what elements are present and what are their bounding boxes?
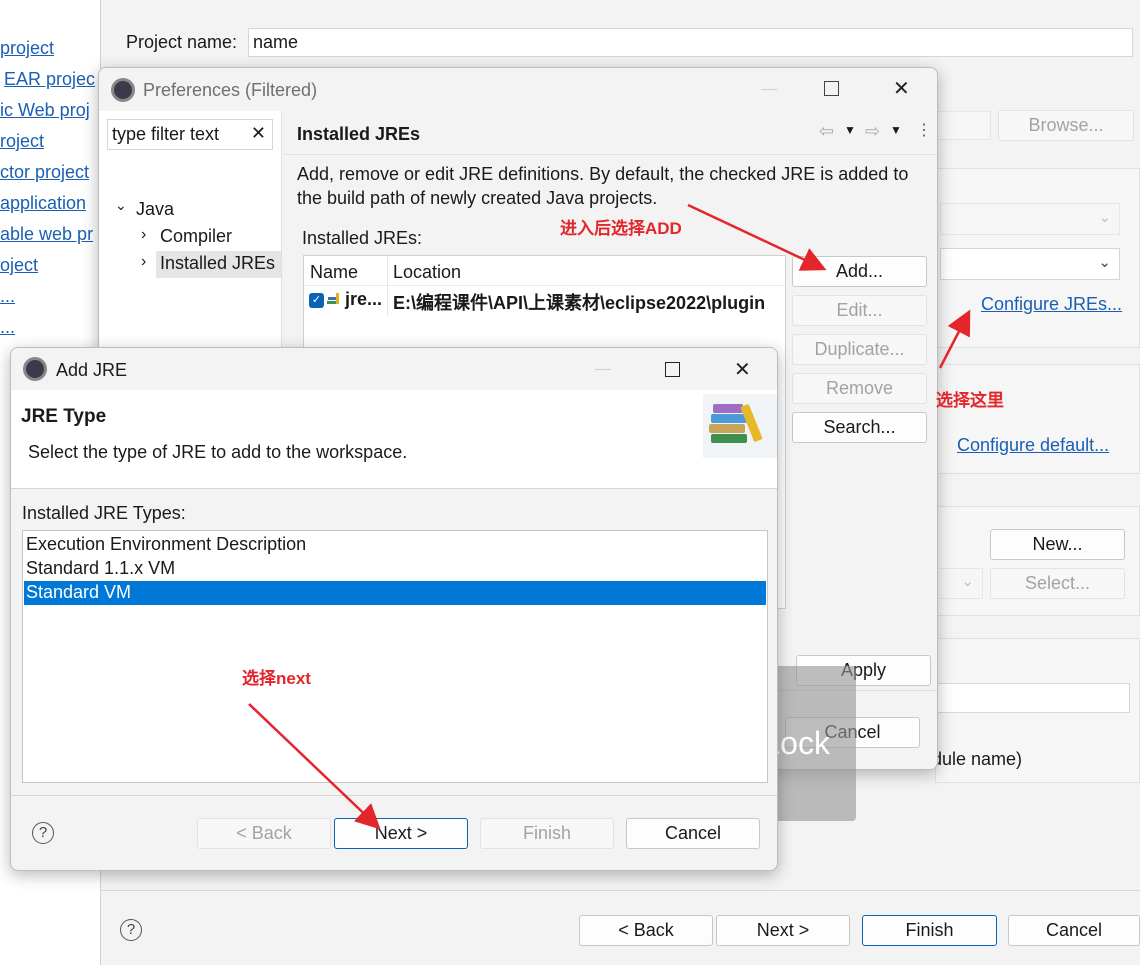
close-icon[interactable]: ✕ — [893, 76, 910, 101]
wizard-finish-button[interactable]: Finish — [862, 915, 997, 946]
add-jre-next-button[interactable]: Next > — [334, 818, 468, 849]
jre-types-list[interactable]: Execution Environment Description Standa… — [22, 530, 768, 783]
minimize-icon[interactable] — [595, 369, 611, 370]
filter-placeholder: type filter text — [112, 124, 220, 144]
list-item-selected-label: Standard VM — [26, 582, 132, 602]
minimize-icon[interactable] — [761, 89, 777, 90]
jre-type-description: Select the type of JRE to add to the wor… — [28, 442, 408, 462]
list-item[interactable]: Execution Environment Description — [26, 534, 306, 555]
annotation-add-hint: 进入后选择ADD — [560, 219, 682, 238]
jre-name-cell: jre... — [345, 289, 383, 309]
annotation-next-hint: 选择next — [242, 669, 311, 688]
forward-dropdown-icon[interactable]: ▼ — [890, 123, 902, 137]
configure-default-link[interactable]: Configure default... — [957, 435, 1109, 456]
wizard-next-button[interactable]: Next > — [716, 915, 850, 946]
project-name-input[interactable]: name — [248, 28, 1133, 57]
table-header: Name Location — [304, 256, 785, 316]
wizard-separator — [100, 890, 1140, 891]
jre-location-cell: E:\编程课件\API\上课素材\eclipse2022\plugin — [393, 293, 766, 313]
tree-item-java[interactable]: Java — [136, 199, 174, 220]
execution-env-combo[interactable]: ⌄ — [940, 203, 1120, 235]
back-dropdown-icon[interactable]: ▼ — [844, 123, 856, 137]
add-jre-dialog: Add JRE ✕ JRE Type Select the type of JR… — [10, 347, 778, 871]
annotation-configure-hint: 选择这里 — [936, 391, 1004, 410]
filter-input[interactable]: type filter text ✕ — [107, 119, 273, 150]
forward-arrow-icon[interactable]: ⇨ — [865, 121, 880, 142]
configure-jres-link[interactable]: Configure JREs... — [981, 294, 1122, 315]
list-item[interactable]: Standard 1.1.x VM — [26, 558, 175, 579]
project-type-link[interactable]: ... — [0, 286, 15, 307]
jre-types-label: Installed JRE Types: — [22, 503, 186, 523]
project-name-label: Project name: — [126, 32, 238, 52]
expanded-chevron-icon[interactable]: ⌄ — [115, 197, 127, 214]
project-type-link[interactable]: ctor project — [0, 162, 89, 183]
view-menu-icon[interactable]: ⋮ — [916, 120, 932, 140]
eclipse-gear-icon — [23, 357, 47, 381]
add-jre-help-icon[interactable]: ? — [32, 822, 54, 844]
add-jre-button[interactable]: Add... — [792, 256, 927, 287]
duplicate-jre-button[interactable]: Duplicate... — [792, 334, 927, 365]
project-type-link[interactable]: project — [0, 38, 54, 59]
wizard-cancel-button[interactable]: Cancel — [1008, 915, 1140, 946]
collapsed-chevron-icon[interactable]: › — [141, 226, 146, 244]
back-arrow-icon[interactable]: ⇦ — [819, 121, 834, 142]
installed-jres-label: Installed JREs: — [302, 228, 423, 248]
wizard-back-button[interactable]: < Back — [579, 915, 713, 946]
edit-jre-button[interactable]: Edit... — [792, 295, 927, 326]
preferences-title: Preferences (Filtered) — [143, 80, 318, 100]
page-title: Installed JREs — [297, 124, 421, 144]
add-jre-finish-button[interactable]: Finish — [480, 818, 614, 849]
jre-type-heading: JRE Type — [21, 406, 107, 427]
eclipse-gear-icon — [111, 78, 135, 102]
project-type-link[interactable]: oject — [0, 255, 38, 276]
tree-item-installed-jres-label: Installed JREs — [160, 253, 276, 273]
close-icon[interactable]: ✕ — [734, 357, 751, 382]
add-jre-back-button[interactable]: < Back — [197, 818, 331, 849]
collapsed-chevron-icon[interactable]: › — [141, 253, 146, 271]
add-jre-header: JRE Type Select the type of JRE to add t… — [11, 390, 777, 489]
remove-jre-button[interactable]: Remove — [792, 373, 927, 404]
project-type-link[interactable]: application — [0, 193, 86, 214]
working-sets-group — [935, 506, 1140, 616]
default-jre-group — [935, 364, 1140, 474]
wizard-help-icon[interactable]: ? — [120, 919, 142, 941]
select-working-set-button[interactable]: Select... — [990, 568, 1125, 599]
project-jre-combo[interactable]: ⌄ — [940, 248, 1120, 280]
working-set-combo[interactable]: ⌄ — [935, 568, 983, 599]
jre-library-icon — [327, 293, 342, 308]
checkbox-checked-icon[interactable]: ✓ — [309, 293, 324, 308]
preferences-page-header: Installed JREs ⇦ ▼ ⇨ ▼ ⋮ — [283, 111, 937, 155]
add-jre-footer-separator — [11, 795, 777, 796]
maximize-icon[interactable] — [824, 81, 839, 96]
module-name-input[interactable] — [920, 683, 1130, 713]
column-header-location[interactable]: Location — [393, 262, 461, 283]
chevron-down-icon: ⌄ — [961, 573, 974, 590]
library-books-icon — [703, 394, 777, 458]
project-type-link[interactable]: ic Web proj — [0, 100, 90, 121]
chevron-down-icon: ⌄ — [1098, 254, 1111, 271]
clear-filter-icon[interactable]: ✕ — [251, 123, 266, 144]
tree-item-installed-jres[interactable]: Installed JREs — [156, 251, 281, 278]
browse-button[interactable]: Browse... — [998, 110, 1134, 141]
column-header-name[interactable]: Name — [310, 262, 358, 283]
add-jre-title: Add JRE — [56, 360, 128, 380]
maximize-icon[interactable] — [665, 362, 680, 377]
project-name-value: name — [253, 32, 299, 52]
add-jre-title-bar: Add JRE ✕ — [11, 348, 777, 390]
list-item-selected[interactable]: Standard VM — [24, 581, 766, 605]
preferences-title-bar: Preferences (Filtered) ✕ — [99, 68, 937, 111]
project-type-link[interactable]: ... — [0, 317, 15, 338]
tree-item-compiler[interactable]: Compiler — [160, 226, 232, 247]
page-description: Add, remove or edit JRE definitions. By … — [297, 164, 909, 208]
location-field — [935, 111, 991, 140]
new-working-set-button[interactable]: New... — [990, 529, 1125, 560]
table-row[interactable]: ✓ jre... E:\编程课件\API\上课素材\eclipse2022\pl… — [304, 287, 785, 315]
add-jre-cancel-button[interactable]: Cancel — [626, 818, 760, 849]
project-type-link[interactable]: EAR projec — [4, 69, 95, 90]
project-type-link[interactable]: roject — [0, 131, 44, 152]
search-jre-button[interactable]: Search... — [792, 412, 927, 443]
project-type-link[interactable]: able web pr — [0, 224, 93, 245]
module-name-text: dule name) — [932, 749, 1023, 769]
chevron-down-icon: ⌄ — [1098, 209, 1111, 226]
